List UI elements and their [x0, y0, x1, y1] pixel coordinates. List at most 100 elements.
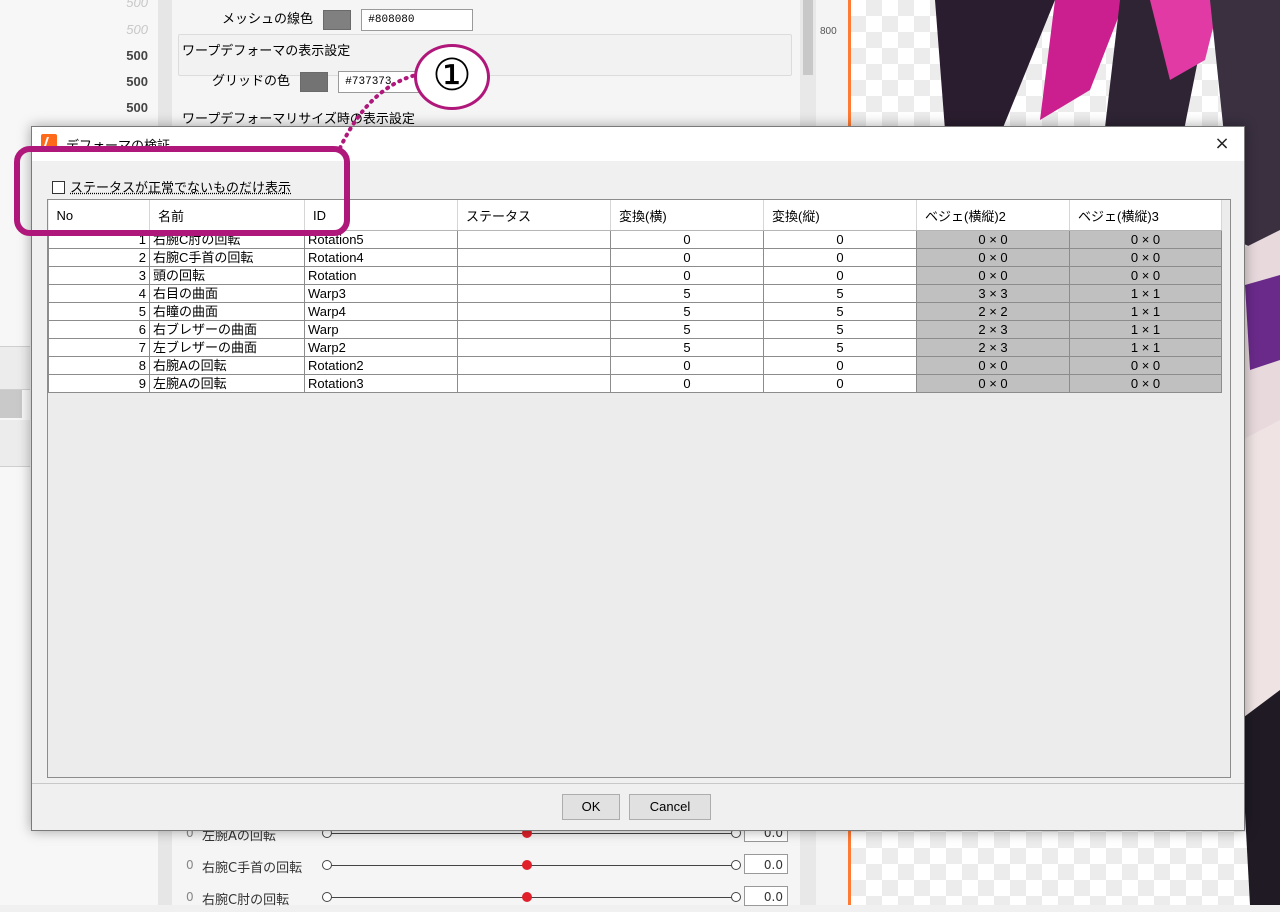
cell-status[interactable] [457, 248, 611, 267]
column-header-transform-h[interactable]: 変換(横) [610, 200, 764, 231]
cell-name[interactable]: 左腕Aの回転 [149, 374, 305, 393]
cell-no[interactable]: 7 [48, 338, 150, 357]
left-panel-tab[interactable] [0, 346, 30, 390]
cell-name[interactable]: 右ブレザーの曲面 [149, 320, 305, 339]
parameter-value-input[interactable]: 0.0 [744, 854, 788, 874]
cell-transform-h[interactable]: 0 [610, 374, 764, 393]
parameter-slider-row[interactable]: 0 右腕C手首の回転 0.0 [178, 852, 790, 880]
slider-knob[interactable] [522, 892, 532, 902]
cell-bezier2[interactable]: 0 × 0 [916, 374, 1070, 393]
cell-transform-v[interactable]: 0 [763, 356, 917, 375]
cell-bezier2[interactable]: 2 × 3 [916, 338, 1070, 357]
parameter-value-input[interactable]: 0.0 [744, 886, 788, 906]
cancel-button[interactable]: Cancel [629, 794, 711, 820]
cell-bezier3[interactable]: 1 × 1 [1069, 284, 1222, 303]
cell-no[interactable]: 9 [48, 374, 150, 393]
cell-transform-h[interactable]: 5 [610, 284, 764, 303]
parameter-slider-row[interactable]: 0 右腕C肘の回転 0.0 [178, 884, 790, 912]
cell-bezier2[interactable]: 0 × 0 [916, 266, 1070, 285]
cell-bezier2[interactable]: 3 × 3 [916, 284, 1070, 303]
slider-max-handle[interactable] [731, 892, 741, 902]
cell-bezier3[interactable]: 0 × 0 [1069, 266, 1222, 285]
cell-name[interactable]: 右腕Aの回転 [149, 356, 305, 375]
cell-transform-h[interactable]: 5 [610, 320, 764, 339]
cell-transform-h[interactable]: 0 [610, 248, 764, 267]
slider-max-handle[interactable] [731, 860, 741, 870]
cell-no[interactable]: 6 [48, 320, 150, 339]
ok-button[interactable]: OK [562, 794, 620, 820]
cell-name[interactable]: 頭の回転 [149, 266, 305, 285]
table-row[interactable]: 7 左ブレザーの曲面 Warp2 5 5 2 × 31 × 1 [48, 338, 1222, 357]
slider-min-handle[interactable] [322, 860, 332, 870]
cell-transform-v[interactable]: 5 [763, 284, 917, 303]
cell-id[interactable]: Warp2 [304, 338, 458, 357]
left-panel-tab-selected[interactable] [0, 390, 22, 418]
cell-bezier3[interactable]: 0 × 0 [1069, 230, 1222, 249]
cell-transform-h[interactable]: 0 [610, 266, 764, 285]
cell-transform-h[interactable]: 0 [610, 356, 764, 375]
cell-status[interactable] [457, 266, 611, 285]
table-row[interactable]: 2 右腕C手首の回転 Rotation4 0 0 0 × 00 × 0 [48, 248, 1222, 267]
cell-status[interactable] [457, 284, 611, 303]
close-icon[interactable]: × [1208, 131, 1236, 157]
cell-status[interactable] [457, 320, 611, 339]
cell-transform-h[interactable]: 5 [610, 338, 764, 357]
cell-bezier2[interactable]: 2 × 3 [916, 320, 1070, 339]
cell-bezier2[interactable]: 0 × 0 [916, 248, 1070, 267]
cell-bezier3[interactable]: 0 × 0 [1069, 356, 1222, 375]
column-header-transform-v[interactable]: 変換(縦) [763, 200, 917, 231]
column-header-bezier3[interactable]: ベジェ(横縦)3 [1069, 200, 1222, 231]
deformer-grid[interactable]: No 名前 ID ステータス 変換(横) 変換(縦) ベジェ(横縦)2 ベジェ(… [47, 199, 1231, 778]
cell-no[interactable]: 3 [48, 266, 150, 285]
cell-bezier2[interactable]: 2 × 2 [916, 302, 1070, 321]
cell-transform-v[interactable]: 0 [763, 230, 917, 249]
table-row[interactable]: 3 頭の回転 Rotation 0 0 0 × 00 × 0 [48, 266, 1222, 285]
cell-bezier3[interactable]: 0 × 0 [1069, 248, 1222, 267]
slider-knob[interactable] [522, 860, 532, 870]
table-row[interactable]: 6 右ブレザーの曲面 Warp 5 5 2 × 31 × 1 [48, 320, 1222, 339]
cell-no[interactable]: 8 [48, 356, 150, 375]
table-row[interactable]: 5 右瞳の曲面 Warp4 5 5 2 × 21 × 1 [48, 302, 1222, 321]
cell-id[interactable]: Warp4 [304, 302, 458, 321]
left-panel-tab[interactable] [0, 420, 30, 467]
table-row[interactable]: 9 左腕Aの回転 Rotation3 0 0 0 × 00 × 0 [48, 374, 1222, 393]
cell-transform-h[interactable]: 5 [610, 302, 764, 321]
cell-transform-v[interactable]: 0 [763, 374, 917, 393]
cell-bezier3[interactable]: 0 × 0 [1069, 374, 1222, 393]
cell-id[interactable]: Warp [304, 320, 458, 339]
cell-no[interactable]: 5 [48, 302, 150, 321]
cell-bezier3[interactable]: 1 × 1 [1069, 320, 1222, 339]
cell-transform-v[interactable]: 5 [763, 338, 917, 357]
grid-color-swatch[interactable] [300, 71, 329, 92]
cell-id[interactable]: Warp3 [304, 284, 458, 303]
cell-name[interactable]: 右腕C手首の回転 [149, 248, 305, 267]
cell-id[interactable]: Rotation4 [304, 248, 458, 267]
mesh-line-color-input[interactable]: #808080 [361, 8, 474, 31]
cell-transform-v[interactable]: 0 [763, 248, 917, 267]
cell-transform-v[interactable]: 5 [763, 320, 917, 339]
table-row[interactable]: 8 右腕Aの回転 Rotation2 0 0 0 × 00 × 0 [48, 356, 1222, 375]
cell-status[interactable] [457, 374, 611, 393]
cell-bezier3[interactable]: 1 × 1 [1069, 338, 1222, 357]
cell-id[interactable]: Rotation3 [304, 374, 458, 393]
column-header-status[interactable]: ステータス [457, 200, 611, 231]
cell-transform-v[interactable]: 0 [763, 266, 917, 285]
cell-no[interactable]: 2 [48, 248, 150, 267]
mesh-line-color-swatch[interactable] [323, 9, 352, 30]
cell-id[interactable]: Rotation [304, 266, 458, 285]
cell-name[interactable]: 右目の曲面 [149, 284, 305, 303]
cell-status[interactable] [457, 302, 611, 321]
cell-status[interactable] [457, 356, 611, 375]
cell-status[interactable] [457, 230, 611, 249]
slider-min-handle[interactable] [322, 892, 332, 902]
cell-bezier2[interactable]: 0 × 0 [916, 230, 1070, 249]
column-header-bezier2[interactable]: ベジェ(横縦)2 [916, 200, 1070, 231]
cell-status[interactable] [457, 338, 611, 357]
cell-name[interactable]: 左ブレザーの曲面 [149, 338, 305, 357]
table-row[interactable]: 4 右目の曲面 Warp3 5 5 3 × 31 × 1 [48, 284, 1222, 303]
cell-no[interactable]: 4 [48, 284, 150, 303]
panel-scrollbar-thumb[interactable] [803, 0, 813, 75]
cell-name[interactable]: 右瞳の曲面 [149, 302, 305, 321]
cell-bezier2[interactable]: 0 × 0 [916, 356, 1070, 375]
cell-transform-h[interactable]: 0 [610, 230, 764, 249]
